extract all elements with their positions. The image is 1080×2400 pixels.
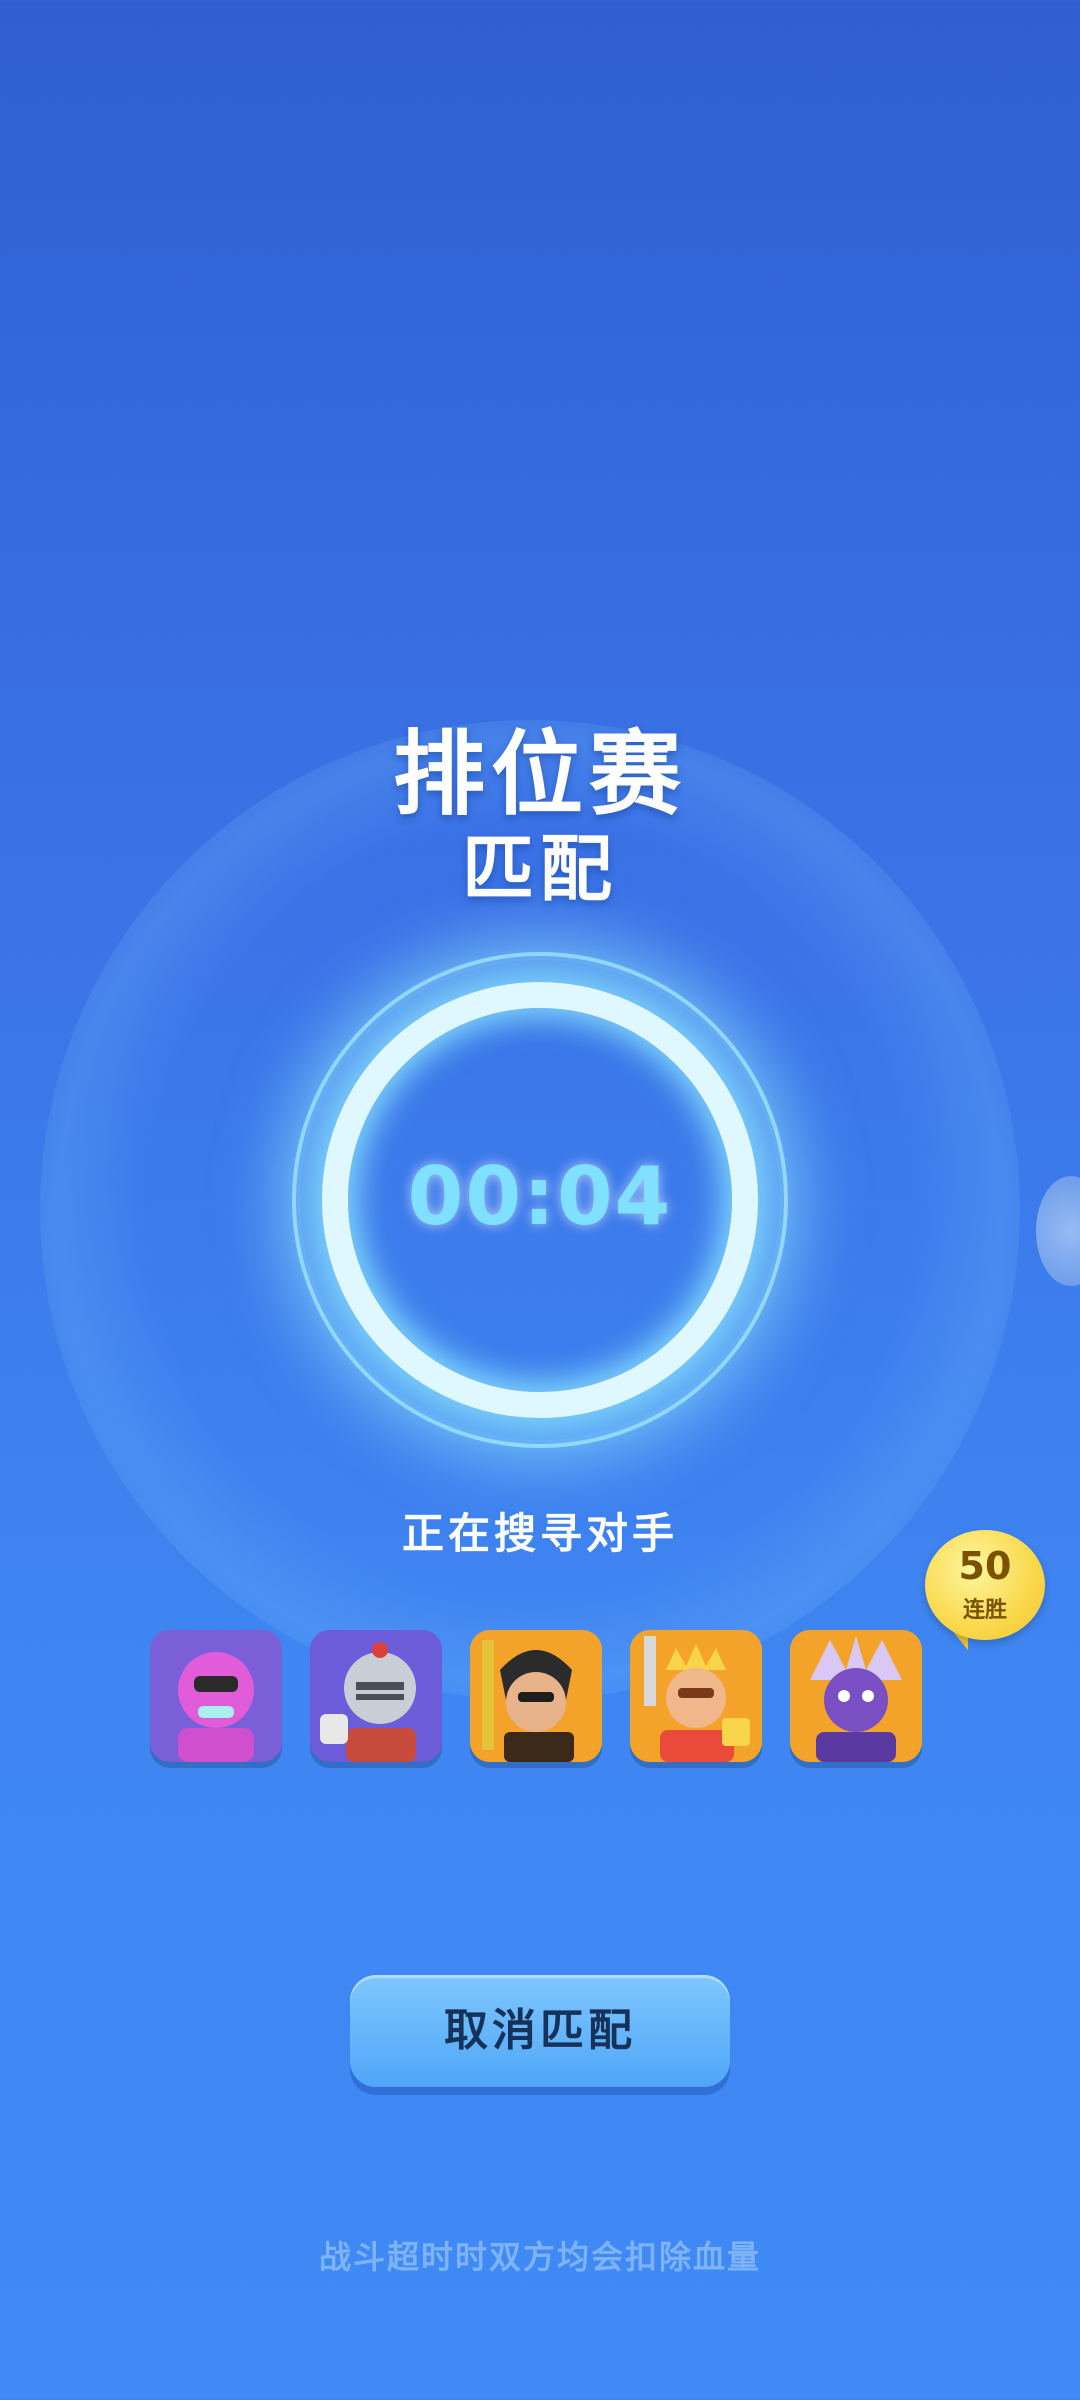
monkey-king-avatar-icon [470, 1630, 602, 1762]
streak-count: 50 [958, 1544, 1012, 1588]
side-drawer-tab[interactable] [1036, 1176, 1080, 1286]
pink-brawler-avatar-icon [150, 1630, 282, 1762]
golden-king-avatar-icon [630, 1630, 762, 1762]
timer-text: 00:04 [407, 1150, 673, 1243]
matching-timer: 00:04 [292, 952, 788, 1448]
page-subtitle: 匹配 [461, 827, 618, 911]
cancel-matching-button[interactable]: 取消匹配 [350, 1975, 730, 2087]
win-streak-badge: 50 连胜 [925, 1530, 1045, 1640]
timeout-notice: 战斗超时时双方均会扣除血量 [318, 2238, 761, 2276]
streak-label: 连胜 [962, 1598, 1007, 1623]
purple-demon-avatar-icon [790, 1630, 922, 1762]
hero-avatar-row [150, 1630, 950, 1780]
search-status: 正在搜寻对手 [401, 1509, 678, 1558]
knight-helmet-avatar-icon [310, 1630, 442, 1762]
